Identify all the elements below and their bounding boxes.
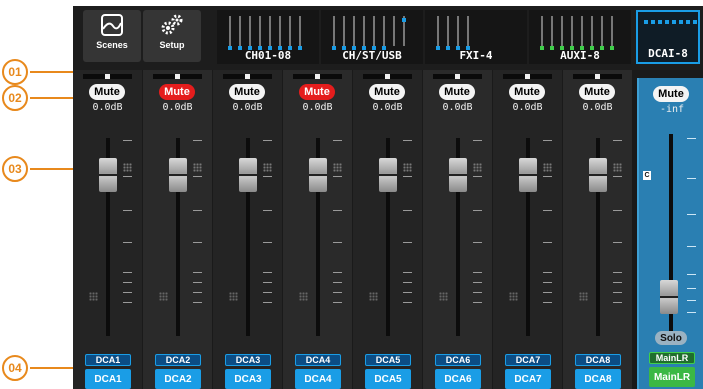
dca-strip-7: Mute 0.0dB DCA7 DCA7	[493, 70, 562, 389]
bank-ch-st-usb[interactable]: CH/ST/USB	[321, 10, 423, 64]
dca-select-button[interactable]: DCA2	[155, 369, 201, 389]
bank-label: FXI-4	[459, 49, 493, 62]
setup-button[interactable]: Setup	[143, 10, 201, 62]
main-lr-strip: Mute -inf C Solo MainLR MainLR	[637, 78, 703, 389]
bank-label: AUXI-8	[560, 49, 600, 62]
dca-strip-6: Mute 0.0dB DCA6 DCA6	[423, 70, 492, 389]
dca-select-button[interactable]: DCA3	[225, 369, 271, 389]
dca-select-button[interactable]: DCA1	[85, 369, 131, 389]
dca-label: DCA3	[225, 354, 271, 366]
dca-label: DCA2	[155, 354, 201, 366]
dca-strip-2: Mute 0.0dB DCA2 DCA2	[143, 70, 212, 389]
fader-cap[interactable]	[239, 158, 257, 192]
dca-select-button[interactable]: DCA8	[575, 369, 621, 389]
bank-label: CH01-08	[244, 49, 292, 62]
main-lr-label: MainLR	[649, 352, 695, 364]
dca-select-button[interactable]: DCA6	[435, 369, 481, 389]
level-meter	[573, 74, 622, 79]
mute-button[interactable]: Mute	[579, 84, 615, 100]
gain-readout: 0.0dB	[92, 102, 123, 113]
callout-03-line	[30, 168, 73, 170]
bank-label: DCAI-8	[648, 47, 688, 60]
gain-readout: 0.0dB	[302, 102, 333, 113]
gain-readout: 0.0dB	[162, 102, 193, 113]
dca-strip-8: Mute 0.0dB DCA8 DCA8	[563, 70, 632, 389]
dca-label: DCA6	[435, 354, 481, 366]
callout-03: 03	[2, 156, 28, 182]
gain-readout: 0.0dB	[232, 102, 263, 113]
fader-cap[interactable]	[519, 158, 537, 192]
dca-select-button[interactable]: DCA5	[365, 369, 411, 389]
callout-02-line	[30, 97, 73, 99]
level-meter	[153, 74, 202, 79]
scenes-label: Scenes	[96, 40, 128, 50]
dca-strip-5: Mute 0.0dB DCA5 DCA5	[353, 70, 422, 389]
level-meter	[293, 74, 342, 79]
mute-button[interactable]: Mute	[159, 84, 195, 100]
fader-cap[interactable]	[309, 158, 327, 192]
fader-cap[interactable]	[589, 158, 607, 192]
setup-label: Setup	[159, 40, 185, 50]
dca-strip-3: Mute 0.0dB DCA3 DCA3	[213, 70, 282, 389]
mixer-screen: Scenes Setup CH01-08 CH/ST/USB FXI-4 AUX…	[73, 6, 703, 389]
gear-icon	[161, 14, 183, 35]
fader-cap[interactable]	[169, 158, 187, 192]
dca-select-button[interactable]: DCA7	[505, 369, 551, 389]
master-gain-readout: -inf	[659, 104, 685, 115]
dca-select-button[interactable]: DCA4	[295, 369, 341, 389]
dca-strip-4: Mute 0.0dB DCA4 DCA4	[283, 70, 352, 389]
dca-strip-1: Mute 0.0dB DCA1 DCA1	[73, 70, 142, 389]
callout-04: 04	[2, 355, 28, 381]
mute-button[interactable]: Mute	[439, 84, 475, 100]
bank-dca1-8[interactable]: DCAI-8	[636, 10, 700, 64]
mute-button[interactable]: Mute	[89, 84, 125, 100]
mute-button[interactable]: Mute	[509, 84, 545, 100]
level-meter	[433, 74, 482, 79]
level-meter	[503, 74, 552, 79]
mute-button[interactable]: Mute	[299, 84, 335, 100]
solo-button[interactable]: Solo	[655, 331, 687, 345]
mute-button[interactable]: Mute	[229, 84, 265, 100]
main-lr-button[interactable]: MainLR	[649, 367, 695, 387]
bank-label: CH/ST/USB	[342, 49, 402, 62]
level-meter	[223, 74, 272, 79]
dca-label: DCA1	[85, 354, 131, 366]
callout-01: 01	[2, 59, 28, 85]
scenes-button[interactable]: Scenes	[83, 10, 141, 62]
fader-cap[interactable]	[379, 158, 397, 192]
level-meter	[363, 74, 412, 79]
master-fader-cap[interactable]	[660, 280, 678, 314]
center-marker: C	[643, 171, 651, 180]
master-mute-button[interactable]: Mute	[653, 86, 689, 102]
top-bar: Scenes Setup CH01-08 CH/ST/USB FXI-4 AUX…	[73, 6, 703, 70]
callout-02: 02	[2, 85, 28, 111]
gain-readout: 0.0dB	[372, 102, 403, 113]
fader-cap[interactable]	[99, 158, 117, 192]
callout-04-line	[30, 367, 73, 369]
bank-ch01-08[interactable]: CH01-08	[217, 10, 319, 64]
level-meter	[83, 74, 132, 79]
gain-readout: 0.0dB	[582, 102, 613, 113]
mute-button[interactable]: Mute	[369, 84, 405, 100]
bank-aux1-8[interactable]: AUXI-8	[529, 10, 631, 64]
bank-fx1-4[interactable]: FXI-4	[425, 10, 527, 64]
dca-label: DCA4	[295, 354, 341, 366]
dca-label: DCA8	[575, 354, 621, 366]
gain-readout: 0.0dB	[512, 102, 543, 113]
dca-label: DCA7	[505, 354, 551, 366]
scenes-icon	[101, 14, 123, 36]
gain-readout: 0.0dB	[442, 102, 473, 113]
dca-label: DCA5	[365, 354, 411, 366]
fader-cap[interactable]	[449, 158, 467, 192]
